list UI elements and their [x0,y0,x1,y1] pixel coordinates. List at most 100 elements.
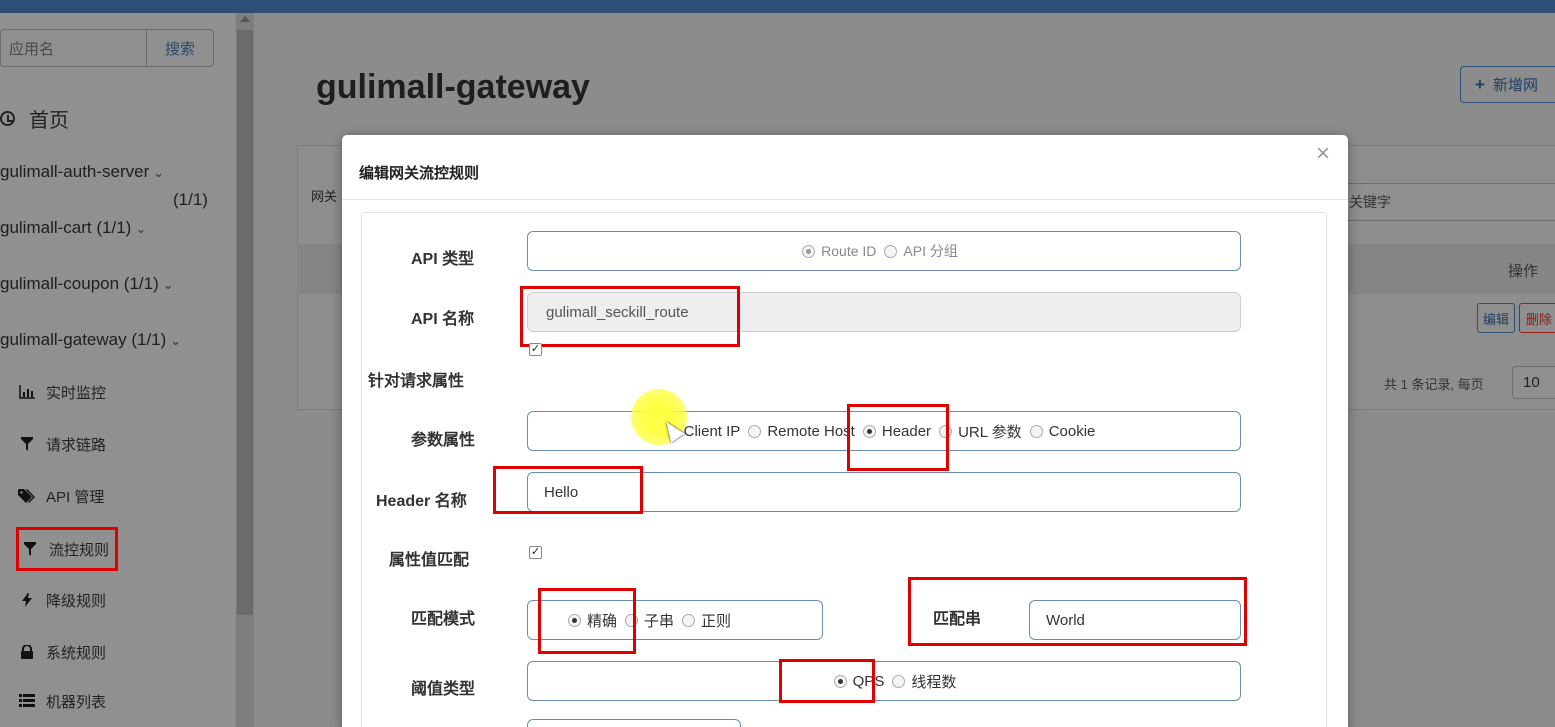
bar-chart-icon [18,385,36,399]
option-label: Cookie [1048,422,1096,440]
sidebar-item-system-rules[interactable]: 系统规则 [18,637,106,667]
radio-icon [625,613,639,627]
radio-selected-icon [568,613,581,627]
page-title: gulimall-gateway [316,68,590,106]
option-label: Client IP [683,422,741,440]
add-button-label: 新增网 [1492,77,1538,94]
attribute-match-label: 属性值匹配 [389,552,470,569]
param-client-ip[interactable]: Client IP [664,422,741,440]
radio-icon [1029,424,1043,438]
sidebar-app-cart[interactable]: gulimall-cart (1/1) ⌄ [0,218,146,238]
app-name: gulimall-coupon (1/1) [0,274,159,293]
add-gateway-rule-button[interactable]: + 新增网 [1460,66,1555,103]
sidebar-item-realtime-monitor[interactable]: 实时监控 [18,377,106,407]
api-name-field[interactable]: gulimall_seckill_route [527,292,1241,332]
param-attribute-radio-group: Client IP Remote Host Header URL 参数 Cook… [527,411,1241,451]
threshold-type-radio-group: QPS 线程数 [527,661,1241,701]
option-label: 精确 [587,612,618,630]
param-attribute-label: 参数属性 [411,432,476,449]
rule-form [361,212,1327,727]
sidebar-item-request-chain[interactable]: 请求链路 [18,429,106,459]
app-search-button[interactable]: 搜索 [146,29,214,67]
table-header-operations: 操作 [1508,263,1539,280]
menu-label: 降级规则 [46,592,107,610]
top-bar [0,0,1555,13]
chevron-down-icon: ⌄ [162,277,174,292]
api-type-radio-group: Route ID API 分组 [527,231,1241,271]
request-attribute-checkbox[interactable]: ✓ [529,343,542,356]
param-header[interactable]: Header [862,422,932,440]
edit-button[interactable]: 编辑 [1477,303,1515,333]
param-remote-host[interactable]: Remote Host [748,423,855,440]
radio-icon [884,244,898,258]
threshold-type-qps[interactable]: QPS [833,672,885,690]
page-size-select[interactable]: 10 [1512,366,1555,399]
sidebar-app-coupon[interactable]: gulimall-coupon (1/1) ⌄ [0,274,174,294]
menu-label: 流控规则 [49,541,110,559]
pagination-summary: 共 1 条记录, 每页 [1384,377,1484,392]
app-instance-count: (1/1) [173,190,208,209]
option-label: 正则 [701,612,732,630]
sidebar-scroll-thumb[interactable] [237,30,253,615]
lock-icon [18,645,36,659]
menu-label: 请求链路 [46,436,107,454]
radio-icon [939,424,953,438]
match-mode-label: 匹配模式 [411,611,476,628]
radio-icon [892,674,906,688]
api-type-api-group[interactable]: API 分组 [884,241,958,261]
match-string-input[interactable]: World [1029,600,1241,640]
sidebar-item-flow-rules[interactable]: 流控规则 [16,527,119,571]
keyword-search-input[interactable]: 关键字 [1340,183,1555,221]
radio-icon [748,424,762,438]
option-label: Route ID [821,243,877,259]
threshold-count-input[interactable] [527,719,741,727]
filter-icon [18,437,36,451]
option-label: Header [881,422,932,440]
radio-selected-icon [862,424,876,438]
menu-label: API 管理 [46,488,105,506]
panel-label: 网关 [311,189,338,204]
option-label: QPS [852,672,885,690]
radio-selected-icon [833,674,847,688]
header-name-input[interactable]: Hello [527,472,1241,512]
menu-label: 机器列表 [46,693,107,711]
param-cookie[interactable]: Cookie [1029,422,1096,440]
sidebar-item-degrade-rules[interactable]: 降级规则 [18,585,106,615]
threshold-type-threads[interactable]: 线程数 [892,671,956,692]
api-type-label: API 类型 [411,251,475,268]
match-mode-radio-group: 精确 子串 正则 [527,600,823,640]
attribute-match-checkbox[interactable]: ✓ [529,546,542,559]
radio-icon [682,613,696,627]
match-mode-substring[interactable]: 子串 [625,610,674,631]
api-type-route-id[interactable]: Route ID [802,243,876,259]
sidebar-item-home[interactable]: 首页 [0,104,69,133]
list-icon [18,694,36,708]
tag-icon [18,489,36,503]
chevron-down-icon: ⌄ [135,221,147,236]
sidebar-app-gateway[interactable]: gulimall-gateway (1/1) ⌄ [0,330,181,350]
clock-icon [0,111,15,126]
app-search-input[interactable]: 应用名 [0,29,146,67]
delete-button[interactable]: 删除 [1519,303,1555,333]
match-mode-regex[interactable]: 正则 [682,610,731,631]
close-icon[interactable]: × [1316,142,1330,166]
sidebar-item-machine-list[interactable]: 机器列表 [18,686,106,716]
sidebar-app-auth-server[interactable]: gulimall-auth-server ⌄ [0,162,164,182]
param-url-param[interactable]: URL 参数 [939,421,1022,442]
option-label: URL 参数 [958,423,1022,441]
header-name-label: Header 名称 [376,493,467,510]
filter-icon [21,542,39,556]
app-name: gulimall-auth-server [0,162,150,181]
scroll-up-arrow-icon[interactable] [240,16,250,22]
option-label: 子串 [644,612,675,630]
chevron-down-icon: ⌄ [153,165,165,180]
menu-label: 实时监控 [46,384,107,402]
app-name: gulimall-cart (1/1) [0,218,132,237]
match-mode-exact[interactable]: 精确 [568,610,617,631]
option-label: API 分组 [903,243,958,259]
sidebar-item-api-management[interactable]: API 管理 [18,481,104,511]
radio-selected-icon [802,244,816,258]
sidebar-item-home-label: 首页 [29,110,69,132]
app-name: gulimall-gateway (1/1) [0,330,167,349]
option-label: 线程数 [911,673,957,691]
